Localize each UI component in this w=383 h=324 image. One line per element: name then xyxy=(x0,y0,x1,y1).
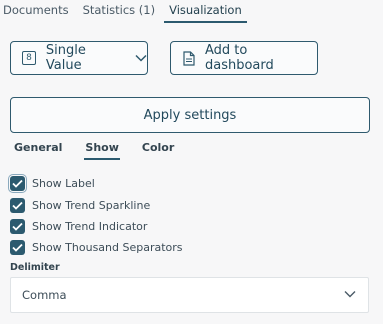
option-label: Show Trend Sparkline xyxy=(32,199,151,212)
tab-general[interactable]: General xyxy=(14,140,62,158)
delimiter-label: Delimiter xyxy=(10,262,60,273)
show-trend-indicator-checkbox[interactable] xyxy=(10,219,25,234)
visualization-type-dropdown[interactable]: 8 Single Value xyxy=(10,41,148,75)
delimiter-value: Comma xyxy=(22,288,67,302)
add-to-dashboard-button[interactable]: Add to dashboard xyxy=(170,41,318,75)
single-value-icon: 8 xyxy=(22,51,36,65)
tab-show[interactable]: Show xyxy=(84,140,121,160)
settings-sub-tabs: General Show Color xyxy=(14,140,197,160)
show-trend-sparkline-checkbox[interactable] xyxy=(10,198,25,213)
option-show-trend-sparkline[interactable]: Show Trend Sparkline xyxy=(10,198,150,213)
visualization-type-label: Single Value xyxy=(45,43,86,73)
option-show-label[interactable]: Show Label xyxy=(10,176,95,191)
option-label: Show Trend Indicator xyxy=(32,220,148,233)
top-tab-bar: Documents Statistics (1) Visualization xyxy=(0,0,249,23)
option-show-trend-indicator[interactable]: Show Trend Indicator xyxy=(10,219,147,234)
show-label-checkbox[interactable] xyxy=(10,176,25,191)
tab-visualization[interactable]: Visualization xyxy=(162,1,249,23)
option-show-thousand-separators[interactable]: Show Thousand Separators xyxy=(10,240,183,255)
delimiter-select[interactable]: Comma xyxy=(10,277,369,313)
tab-color[interactable]: Color xyxy=(142,140,174,158)
tab-documents[interactable]: Documents xyxy=(0,1,76,22)
option-label: Show Label xyxy=(32,177,95,190)
document-icon xyxy=(183,50,195,66)
apply-settings-button[interactable]: Apply settings xyxy=(10,97,370,133)
chevron-down-icon xyxy=(344,290,356,298)
option-label: Show Thousand Separators xyxy=(32,241,183,254)
show-thousand-separators-checkbox[interactable] xyxy=(10,240,25,255)
tab-statistics[interactable]: Statistics (1) xyxy=(76,1,163,22)
add-to-dashboard-label: Add to dashboard xyxy=(205,43,274,73)
chevron-down-icon xyxy=(135,54,147,62)
